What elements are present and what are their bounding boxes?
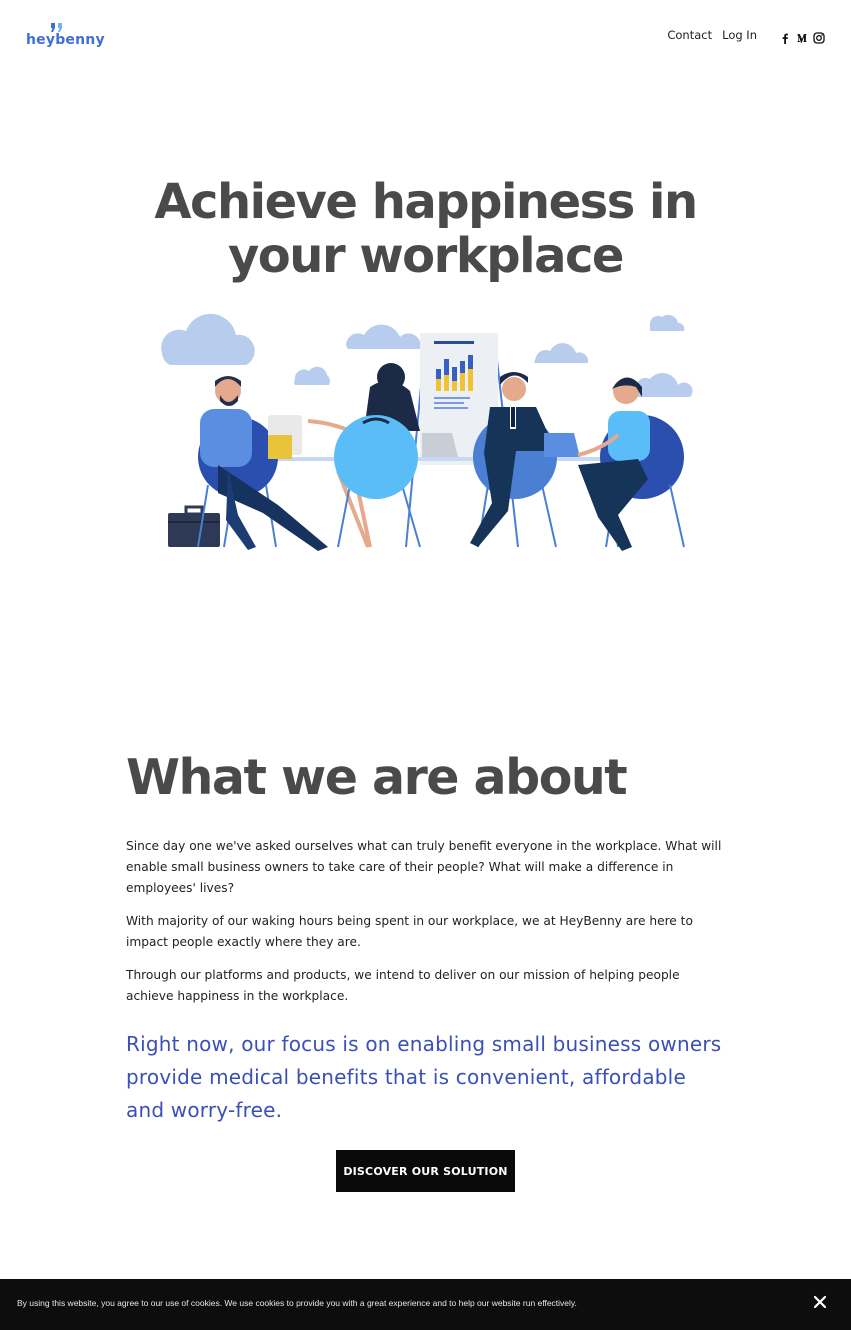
close-icon[interactable] xyxy=(811,1293,829,1311)
facebook-icon[interactable] xyxy=(779,29,791,44)
hero-title-line2: your workplace xyxy=(228,228,624,284)
about-title: What we are about xyxy=(126,749,628,806)
hero-title: Achieve happiness in your workplace xyxy=(0,175,851,283)
hero-title-line1: Achieve happiness in xyxy=(154,174,698,230)
about-section: What we are about Since day one we've as… xyxy=(126,748,726,1122)
logo-text: heybenny xyxy=(26,32,105,48)
focus-statement: Right now, our focus is on enabling smal… xyxy=(126,1032,722,1122)
social-links xyxy=(774,29,825,44)
medium-icon[interactable] xyxy=(796,29,808,43)
site-header: heybenny Contact Log In xyxy=(0,0,851,70)
nav-login-link[interactable]: Log In xyxy=(722,28,757,42)
cookie-text: By using this website, you agree to our … xyxy=(17,1298,577,1308)
discover-solution-button[interactable]: DISCOVER OUR SOLUTION xyxy=(336,1150,515,1192)
about-paragraph: With majority of our waking hours being … xyxy=(126,914,693,949)
team-meeting-illustration xyxy=(161,313,693,551)
cookie-banner: By using this website, you agree to our … xyxy=(0,1279,851,1330)
instagram-icon[interactable] xyxy=(813,29,825,44)
about-paragraph: Through our platforms and products, we i… xyxy=(126,968,680,1003)
top-nav: Contact Log In xyxy=(667,27,851,44)
about-paragraph: Since day one we've asked ourselves what… xyxy=(126,839,722,895)
nav-contact-link[interactable]: Contact xyxy=(667,28,712,42)
logo[interactable]: heybenny xyxy=(26,22,105,52)
